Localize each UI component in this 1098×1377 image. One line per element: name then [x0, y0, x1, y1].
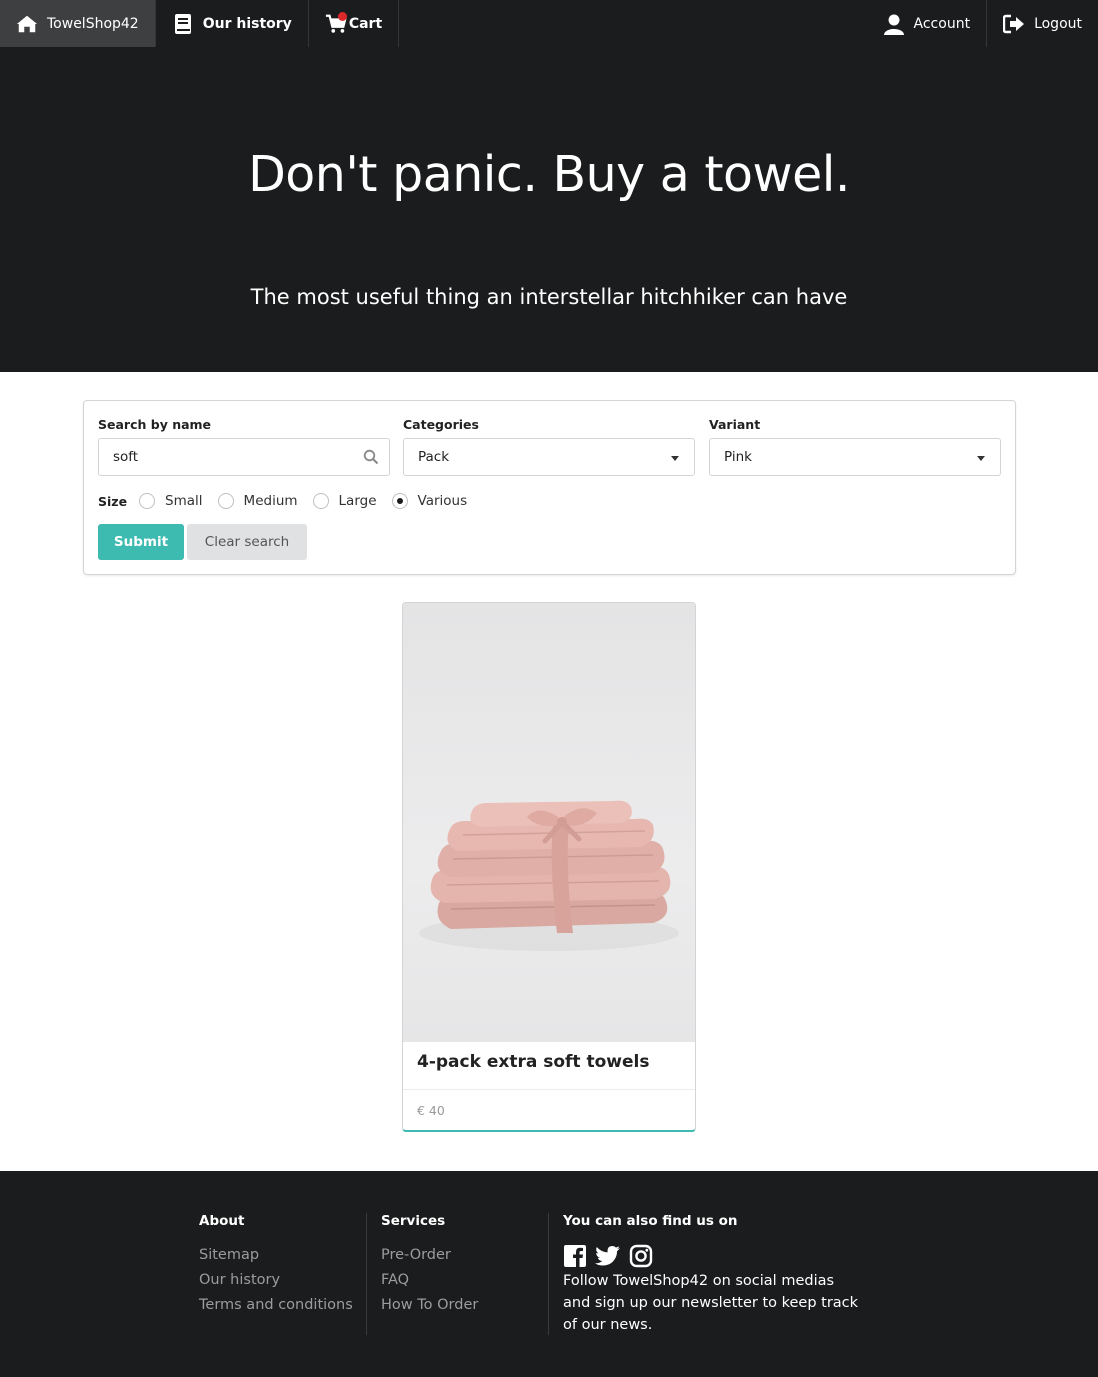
footer-link-how-to-order[interactable]: How To Order — [381, 1293, 478, 1318]
product-image — [403, 603, 695, 1042]
clear-search-button[interactable]: Clear search — [187, 524, 307, 560]
nav-account-label: Account — [913, 15, 971, 32]
nav-our-history[interactable]: Our history — [156, 0, 309, 47]
nav-history-label: Our history — [202, 15, 292, 32]
size-option-label: Medium — [243, 493, 298, 509]
submit-button[interactable]: Submit — [98, 524, 184, 560]
variant-select[interactable]: Pink — [709, 438, 1001, 476]
dropdown-caret-icon — [671, 456, 679, 461]
size-radio-medium[interactable]: Medium — [217, 493, 298, 509]
book-icon — [172, 13, 194, 35]
search-icon — [363, 449, 379, 469]
footer-link-our-history[interactable]: Our history — [199, 1268, 353, 1293]
social-icons — [563, 1242, 863, 1270]
radio-circle[interactable] — [139, 493, 156, 509]
user-icon — [883, 13, 905, 35]
cart-badge — [337, 11, 347, 21]
home-icon — [16, 13, 38, 35]
hero-banner: Don't panic. Buy a towel. The most usefu… — [0, 47, 1098, 372]
footer-link-pre-order[interactable]: Pre-Order — [381, 1243, 478, 1268]
size-radio-various[interactable]: Various — [391, 493, 468, 509]
nav-logout[interactable]: Logout — [986, 0, 1098, 47]
categories-select[interactable]: Pack — [403, 438, 695, 476]
nav-brand-label: TowelShop42 — [47, 15, 139, 32]
size-radio-large[interactable]: Large — [312, 493, 377, 509]
footer-about: About Sitemap Our history Terms and cond… — [199, 1213, 353, 1318]
categories-label: Categories — [403, 417, 479, 432]
variant-label: Variant — [709, 417, 761, 432]
search-name-label: Search by name — [98, 417, 212, 432]
footer: About Sitemap Our history Terms and cond… — [0, 1171, 1098, 1377]
top-navigation: TowelShop42 Our history Cart Account Log… — [0, 0, 1098, 47]
footer-link-terms[interactable]: Terms and conditions — [199, 1293, 353, 1318]
search-name-input[interactable]: soft — [98, 438, 390, 476]
radio-circle[interactable] — [312, 493, 329, 509]
dropdown-caret-icon — [977, 456, 985, 461]
twitter-icon[interactable] — [595, 1245, 621, 1267]
nav-cart-label: Cart — [348, 15, 383, 32]
divider — [403, 1089, 695, 1090]
search-form: Search by name soft Categories Pack Vari… — [83, 400, 1016, 575]
footer-social-title: You can also find us on — [563, 1213, 738, 1229]
footer-follow-text: Follow TowelShop42 on social medias and … — [563, 1273, 859, 1333]
footer-about-title: About — [199, 1213, 245, 1229]
footer-divider — [548, 1213, 549, 1335]
size-radio-small[interactable]: Small — [139, 493, 203, 509]
size-radio-group: Size Small Medium Large Various — [98, 493, 482, 509]
search-name-value: soft — [113, 449, 139, 465]
size-option-label: Small — [165, 493, 203, 509]
radio-circle[interactable] — [391, 493, 408, 509]
nav-right-group: Account Logout — [867, 0, 1098, 47]
instagram-icon[interactable] — [629, 1244, 653, 1268]
product-name: 4-pack extra soft towels — [417, 1052, 650, 1072]
logout-icon — [1003, 13, 1025, 35]
product-price: € 40 — [417, 1103, 445, 1118]
radio-circle[interactable] — [217, 493, 234, 509]
nav-account[interactable]: Account — [867, 0, 987, 47]
footer-social: You can also find us on Follow TowelShop… — [563, 1213, 863, 1336]
size-option-label: Various — [417, 493, 468, 509]
hero-title: Don't panic. Buy a towel. — [248, 146, 850, 203]
size-option-label: Large — [338, 493, 377, 509]
categories-value: Pack — [418, 449, 450, 465]
facebook-icon[interactable] — [563, 1244, 587, 1268]
footer-services-title: Services — [381, 1213, 446, 1229]
footer-services: Services Pre-Order FAQ How To Order — [381, 1213, 478, 1318]
nav-logout-label: Logout — [1034, 15, 1082, 32]
nav-home[interactable]: TowelShop42 — [0, 0, 156, 47]
nav-cart[interactable]: Cart — [309, 0, 400, 47]
product-card[interactable]: 4-pack extra soft towels € 40 — [402, 602, 696, 1132]
cart-icon — [325, 11, 347, 35]
variant-value: Pink — [724, 449, 752, 465]
size-label: Size — [98, 493, 128, 509]
footer-link-sitemap[interactable]: Sitemap — [199, 1243, 353, 1268]
footer-link-faq[interactable]: FAQ — [381, 1268, 478, 1293]
footer-divider — [366, 1213, 367, 1335]
hero-subtitle: The most useful thing an interstellar hi… — [250, 285, 848, 309]
